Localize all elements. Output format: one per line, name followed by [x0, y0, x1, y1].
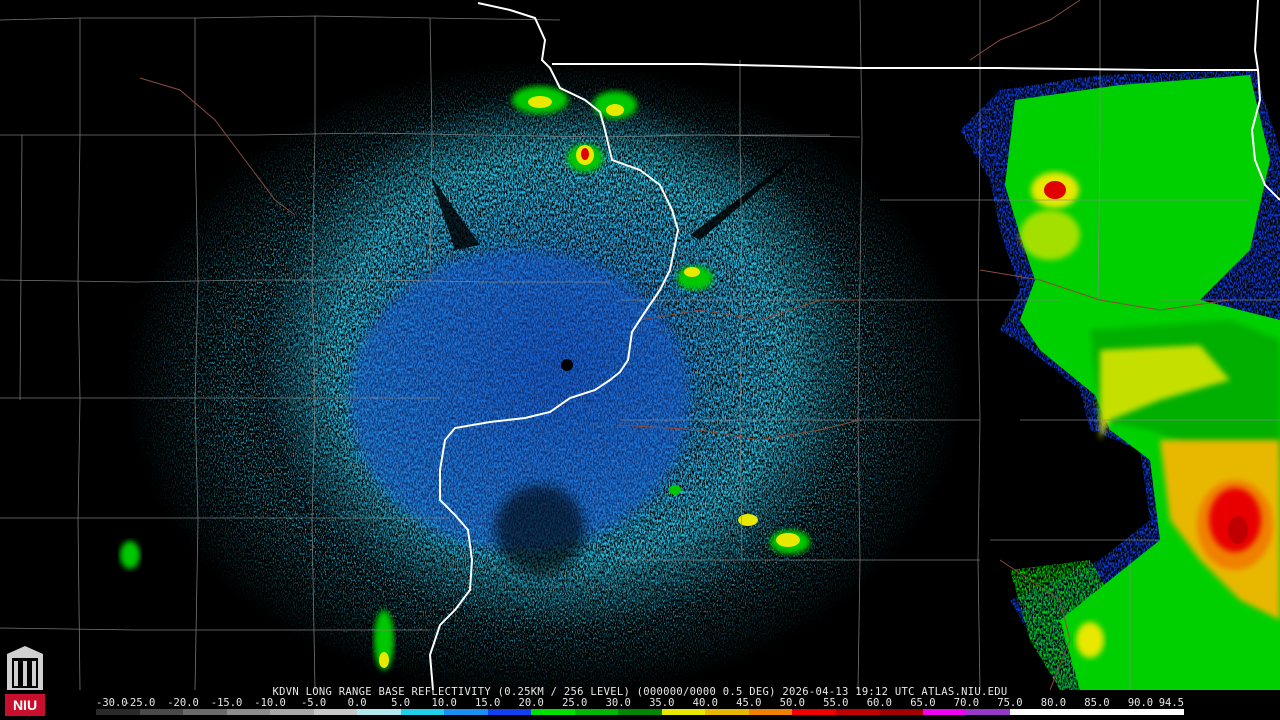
scale-swatch — [1096, 709, 1141, 715]
scale-swatch — [748, 709, 793, 715]
scale-label: 80.0 — [1040, 697, 1067, 709]
scale-swatch — [1009, 709, 1054, 715]
scale-label: 90.0 — [1127, 697, 1154, 709]
scale-swatch — [357, 709, 401, 715]
scale-label: 0.0 — [347, 697, 367, 709]
scale-swatch — [966, 709, 1010, 715]
clear-air-return — [125, 60, 965, 700]
scale-swatch — [922, 709, 967, 715]
niu-logo: NIU — [3, 644, 47, 718]
scale-label: 55.0 — [823, 697, 849, 709]
scale-label: 30.0 — [605, 697, 631, 709]
scale-swatch — [574, 709, 619, 715]
scale-swatch — [792, 709, 836, 715]
scale-label: 40.0 — [692, 697, 718, 709]
scale-label: 25.0 — [562, 697, 588, 709]
scale-swatch — [96, 709, 140, 715]
reflectivity-color-scale — [96, 709, 1184, 715]
scale-swatch — [139, 709, 184, 715]
scale-swatch — [705, 709, 749, 715]
scale-swatch — [313, 709, 358, 715]
scale-label: 15.0 — [475, 697, 501, 709]
scale-label: 10.0 — [431, 697, 457, 709]
scale-swatch — [1140, 709, 1184, 715]
scale-swatch — [835, 709, 880, 715]
scale-label: -20.0 — [167, 697, 199, 709]
scale-swatch — [487, 709, 532, 715]
scale-swatch — [531, 709, 575, 715]
scale-label: 35.0 — [649, 697, 675, 709]
scale-label: -10.0 — [254, 697, 286, 709]
scale-swatch — [879, 709, 923, 715]
scale-label: 94.5 — [1158, 697, 1184, 709]
scale-label: 70.0 — [953, 697, 980, 709]
scale-swatch — [444, 709, 488, 715]
reflectivity-scale-labels: -30.0 -25.0 -20.0 -15.0 -10.0 -5.0 0.0 5.0 10.0 1… — [96, 697, 1196, 709]
scale-label: 85.0 — [1084, 697, 1110, 709]
radar-site-marker — [561, 359, 573, 371]
scale-swatch — [400, 709, 445, 715]
scale-label: 5.0 — [391, 697, 411, 709]
radar-map — [0, 0, 1280, 720]
scale-label: 50.0 — [779, 697, 805, 709]
scale-swatch — [1053, 709, 1097, 715]
scale-label: -25.0 — [123, 697, 156, 709]
scale-label: 45.0 — [736, 697, 762, 709]
scale-swatch — [618, 709, 662, 715]
scale-swatch — [183, 709, 227, 715]
niu-logo-text: NIU — [13, 697, 37, 713]
scale-label: 60.0 — [866, 697, 893, 709]
scale-label: 65.0 — [910, 697, 936, 709]
scale-label: -5.0 — [300, 697, 327, 709]
scale-swatch — [661, 709, 706, 715]
scale-label: 20.0 — [518, 697, 544, 709]
scale-label: -15.0 — [210, 697, 243, 709]
scale-label: 75.0 — [997, 697, 1023, 709]
scale-swatch — [270, 709, 314, 715]
scale-swatch — [226, 709, 271, 715]
